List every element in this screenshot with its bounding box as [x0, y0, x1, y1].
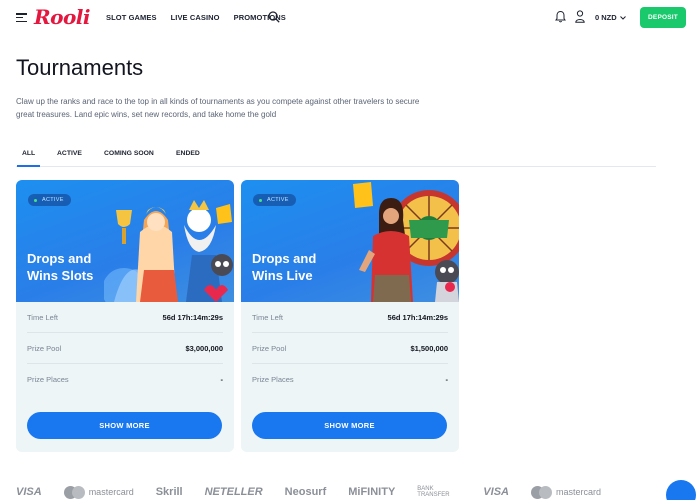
- detail-row: Prize Pool $3,000,000: [27, 333, 223, 364]
- detail-value: 56d 17h:14m:29s: [162, 312, 223, 322]
- tab-active[interactable]: ACTIVE: [57, 150, 82, 157]
- deposit-button[interactable]: DEPOSIT: [640, 7, 686, 28]
- payment-logo-neosurf: Neosurf: [284, 486, 327, 498]
- detail-label: Time Left: [27, 312, 58, 322]
- tournament-banner[interactable]: ACTIVE Drops and Wins Live: [241, 180, 459, 302]
- live-banner-art: [353, 182, 459, 302]
- payment-logo-mastercard: mastercard: [530, 485, 601, 499]
- balance-dropdown[interactable]: 0 NZD: [595, 13, 626, 22]
- payment-logo-bank-transfer: BANK TRANSFER: [417, 486, 450, 498]
- payment-logo-visa: VISA: [16, 486, 42, 498]
- detail-value: -: [445, 375, 449, 384]
- chat-icon[interactable]: [666, 480, 696, 500]
- tournament-banner[interactable]: ACTIVE Drops and Wins Slots: [16, 180, 234, 302]
- mastercard-icon: [530, 485, 553, 499]
- chevron-down-icon: [619, 15, 626, 20]
- nav-slot-games[interactable]: SLOT GAMES: [106, 13, 157, 22]
- detail-value: $1,500,000: [410, 343, 448, 353]
- page-intro: Claw up the ranks and race to the top in…: [16, 97, 420, 119]
- tab-coming-soon[interactable]: COMING SOON: [104, 150, 154, 157]
- payment-logo-skrill: Skrill: [155, 486, 183, 498]
- detail-value: -: [220, 375, 224, 384]
- page-title: Tournaments: [16, 55, 144, 80]
- payment-methods: VISA mastercard Skrill NETELLER Neosurf …: [16, 484, 700, 500]
- show-more-button[interactable]: SHOW MORE: [27, 412, 222, 439]
- payment-logo-mastercard: mastercard: [63, 485, 134, 499]
- user-icon[interactable]: [575, 10, 585, 23]
- detail-value: 56d 17h:14m:29s: [387, 312, 448, 322]
- show-more-button[interactable]: SHOW MORE: [252, 412, 447, 439]
- mastercard-icon: [63, 485, 86, 499]
- payment-logo-mifinity: MiFINITY: [348, 486, 396, 498]
- detail-row: Prize Pool $1,500,000: [252, 333, 448, 364]
- balance-value: 0 NZD: [595, 13, 617, 22]
- tab-ended[interactable]: ENDED: [176, 150, 200, 157]
- status-badge: ACTIVE: [28, 194, 71, 206]
- menu-icon[interactable]: [16, 13, 27, 23]
- detail-label: Prize Pool: [252, 343, 287, 353]
- payment-label: mastercard: [555, 487, 601, 497]
- bell-icon[interactable]: [555, 10, 566, 23]
- tournament-card: ACTIVE Drops and Wins Slots Time Left 56…: [16, 180, 234, 452]
- payment-logo-neteller: NETELLER: [204, 486, 263, 498]
- tournament-title: Drops and Wins Slots: [27, 251, 94, 283]
- detail-label: Time Left: [252, 312, 283, 322]
- detail-row: Prize Places -: [252, 364, 448, 395]
- logo[interactable]: Rooli: [34, 5, 91, 29]
- slots-banner-art: [104, 200, 233, 302]
- status-badge: ACTIVE: [253, 194, 296, 206]
- search-icon[interactable]: [268, 11, 280, 23]
- tournament-title: Drops and Wins Live: [252, 251, 317, 283]
- detail-value: $3,000,000: [185, 343, 223, 353]
- detail-label: Prize Places: [27, 375, 69, 384]
- tournament-tabs: ALL ACTIVE COMING SOON ENDED: [16, 145, 656, 167]
- detail-row: Prize Places -: [27, 364, 223, 395]
- payment-label: mastercard: [88, 487, 134, 497]
- tournament-details: Time Left 56d 17h:14m:29s Prize Pool $1,…: [241, 302, 459, 395]
- detail-row: Time Left 56d 17h:14m:29s: [252, 302, 448, 333]
- top-header: Rooli SLOT GAMES LIVE CASINO PROMOTIONS …: [0, 0, 700, 36]
- detail-row: Time Left 56d 17h:14m:29s: [27, 302, 223, 333]
- payment-logo-visa: VISA: [483, 486, 509, 498]
- detail-label: Prize Places: [252, 375, 294, 384]
- tournament-card: ACTIVE Drops and Wins Live Time Left 56d…: [241, 180, 459, 452]
- tab-all[interactable]: ALL: [16, 150, 41, 167]
- detail-label: Prize Pool: [27, 343, 62, 353]
- tournament-details: Time Left 56d 17h:14m:29s Prize Pool $3,…: [16, 302, 234, 395]
- nav-live-casino[interactable]: LIVE CASINO: [171, 13, 220, 22]
